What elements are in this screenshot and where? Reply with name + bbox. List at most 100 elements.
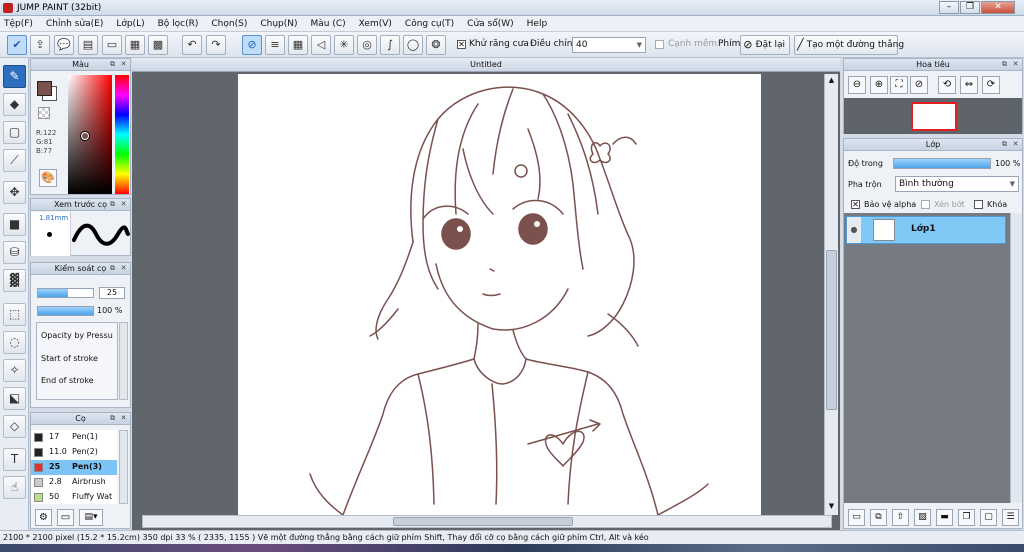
layer-duplicate-icon[interactable]: ❐ xyxy=(958,509,975,526)
rotate-left-icon[interactable]: ⟲ xyxy=(938,76,956,94)
end-stroke-option[interactable]: End of stroke xyxy=(41,376,94,385)
brush-size-input[interactable]: 25 xyxy=(99,287,125,299)
menu-layer[interactable]: Lớp(L) xyxy=(116,19,144,29)
layer-menu-icon[interactable]: ☰ xyxy=(1002,509,1019,526)
vertical-scroll-thumb[interactable] xyxy=(826,250,837,410)
gradient-tool-icon[interactable]: ▓ xyxy=(3,269,26,292)
layer-mask-icon[interactable]: ▨ xyxy=(914,509,931,526)
clip-checkbox[interactable] xyxy=(921,200,930,209)
new-layer-copy-icon[interactable]: ⧉ xyxy=(870,509,887,526)
brush-tool-icon[interactable]: ✎ xyxy=(3,65,26,88)
radial-ruler-icon[interactable]: ✳ xyxy=(334,35,354,55)
page-icon[interactable]: ▦ xyxy=(125,35,145,55)
export-icon[interactable]: ⇪ xyxy=(30,35,50,55)
hand-tool-icon[interactable]: ☝ xyxy=(3,476,26,499)
rect-select-tool-icon[interactable]: ⬚ xyxy=(3,303,26,326)
list-item[interactable]: 25 Pen(3) xyxy=(31,460,117,475)
zoom-reset-icon[interactable]: ⊘ xyxy=(910,76,928,94)
layer-delete-icon[interactable]: ▢ xyxy=(980,509,997,526)
minimize-button[interactable]: – xyxy=(939,1,959,14)
list-item[interactable]: 17 Pen(1) xyxy=(31,430,117,445)
list-item[interactable]: 50 Fluffy Wat xyxy=(31,490,117,505)
menu-edit[interactable]: Chỉnh sửa(E) xyxy=(46,19,103,29)
snap-icon[interactable]: ✔ xyxy=(7,35,27,55)
straight-line-button[interactable]: ╱ Tạo một đường thẳng xyxy=(794,35,904,55)
symmetry-ruler-icon[interactable]: ❂ xyxy=(426,35,446,55)
curve-ruler-icon[interactable]: ∫ xyxy=(380,35,400,55)
fit-icon[interactable]: ⛶ xyxy=(890,76,908,94)
no-ruler-icon[interactable]: ⊘ xyxy=(242,35,262,55)
undo-icon[interactable]: ↶ xyxy=(182,35,202,55)
undock-icon[interactable]: ⧉ xyxy=(1000,60,1009,69)
rect-fill-tool-icon[interactable]: ■ xyxy=(3,213,26,236)
undock-icon[interactable]: ⧉ xyxy=(1000,140,1009,149)
undock-icon[interactable]: ⧉ xyxy=(108,414,117,423)
protect-alpha-checkbox[interactable]: ✕ xyxy=(851,200,860,209)
canvas-vertical-scrollbar[interactable]: ▲ ▼ xyxy=(824,74,838,515)
document-tab[interactable]: Untitled xyxy=(132,58,840,72)
panel-close-icon[interactable]: ✕ xyxy=(119,264,128,273)
magic-wand-tool-icon[interactable]: ✧ xyxy=(3,359,26,382)
horizontal-scroll-thumb[interactable] xyxy=(393,517,573,526)
close-button[interactable]: ✕ xyxy=(981,1,1015,14)
panel-close-icon[interactable]: ✕ xyxy=(119,60,128,69)
brush-list-scrollbar[interactable] xyxy=(119,430,128,504)
color-saturation-field[interactable] xyxy=(68,75,112,194)
transparent-swatch[interactable] xyxy=(38,107,50,119)
menu-tools[interactable]: Công cụ(T) xyxy=(405,19,454,29)
new-layer-icon[interactable]: ▭ xyxy=(848,509,865,526)
antialias-checkbox[interactable]: ✕ xyxy=(457,40,466,49)
maximize-button[interactable]: ❐ xyxy=(960,1,980,14)
brush-settings-icon[interactable]: ⚙ xyxy=(35,509,52,526)
menu-capture[interactable]: Chụp(N) xyxy=(260,19,297,29)
move-tool-icon[interactable]: ✥ xyxy=(3,181,26,204)
layer-visibility-icon[interactable]: ● xyxy=(847,217,861,243)
layer-row[interactable]: ● Lớp1 xyxy=(846,216,1006,244)
menu-window[interactable]: Cửa sổ(W) xyxy=(467,19,513,29)
scroll-down-icon[interactable]: ▼ xyxy=(826,501,837,512)
navigator-viewport[interactable] xyxy=(911,102,957,131)
brush-menu-icon[interactable]: ▤▾ xyxy=(79,509,103,526)
main-color-swatch[interactable] xyxy=(37,81,52,96)
concentric-ruler-icon[interactable]: ◎ xyxy=(357,35,377,55)
reset-button[interactable]: ⊘ Đặt lại xyxy=(740,35,790,55)
canvas-horizontal-scrollbar[interactable] xyxy=(142,515,832,528)
panel-close-icon[interactable]: ✕ xyxy=(1011,140,1020,149)
layer-folder-icon[interactable]: ▬ xyxy=(936,509,953,526)
menu-view[interactable]: Xem(V) xyxy=(359,19,392,29)
palette-icon[interactable]: 🎨 xyxy=(39,169,57,187)
shape-tool-icon[interactable]: ▢ xyxy=(3,121,26,144)
document-icon[interactable]: ▭ xyxy=(102,35,122,55)
grid-ruler-icon[interactable]: ▦ xyxy=(288,35,308,55)
perspective-ruler-icon[interactable]: ◁ xyxy=(311,35,331,55)
bucket-tool-icon[interactable]: ⛁ xyxy=(3,241,26,264)
brush-control-scrollbar[interactable] xyxy=(119,322,128,400)
redo-icon[interactable]: ↷ xyxy=(206,35,226,55)
select-eraser-tool-icon[interactable]: ◇ xyxy=(3,415,26,438)
panel-close-icon[interactable]: ✕ xyxy=(119,414,128,423)
list-item[interactable]: 11.0 Pen(2) xyxy=(31,445,117,460)
rotate-right-icon[interactable]: ⟳ xyxy=(982,76,1000,94)
comment-icon[interactable]: 💬 xyxy=(54,35,74,55)
list-item[interactable]: 2.8 Airbrush xyxy=(31,475,117,490)
select-pen-tool-icon[interactable]: ⬕ xyxy=(3,387,26,410)
start-stroke-option[interactable]: Start of stroke xyxy=(41,354,98,363)
flip-icon[interactable]: ⇔ xyxy=(960,76,978,94)
hue-slider[interactable] xyxy=(115,75,129,194)
menu-help[interactable]: Help xyxy=(527,19,548,29)
menu-select[interactable]: Chọn(S) xyxy=(211,19,247,29)
menu-color[interactable]: Màu (C) xyxy=(311,19,346,29)
panel-close-icon[interactable]: ✕ xyxy=(1011,60,1020,69)
lasso-tool-icon[interactable]: ◌ xyxy=(3,331,26,354)
drawing-canvas[interactable] xyxy=(238,74,761,515)
grid-layout-icon[interactable]: ▩ xyxy=(148,35,168,55)
layer-opacity-slider[interactable] xyxy=(893,158,991,169)
undock-icon[interactable]: ⧉ xyxy=(108,200,117,209)
brush-size-slider[interactable] xyxy=(37,288,94,298)
panel-close-icon[interactable]: ✕ xyxy=(119,200,128,209)
line-tool-icon[interactable]: ⟋ xyxy=(3,149,26,172)
new-brush-icon[interactable]: ▭ xyxy=(57,509,74,526)
menu-filter[interactable]: Bộ lọc(R) xyxy=(158,19,199,29)
eraser-tool-icon[interactable]: ◆ xyxy=(3,93,26,116)
ellipse-ruler-icon[interactable]: ◯ xyxy=(403,35,423,55)
